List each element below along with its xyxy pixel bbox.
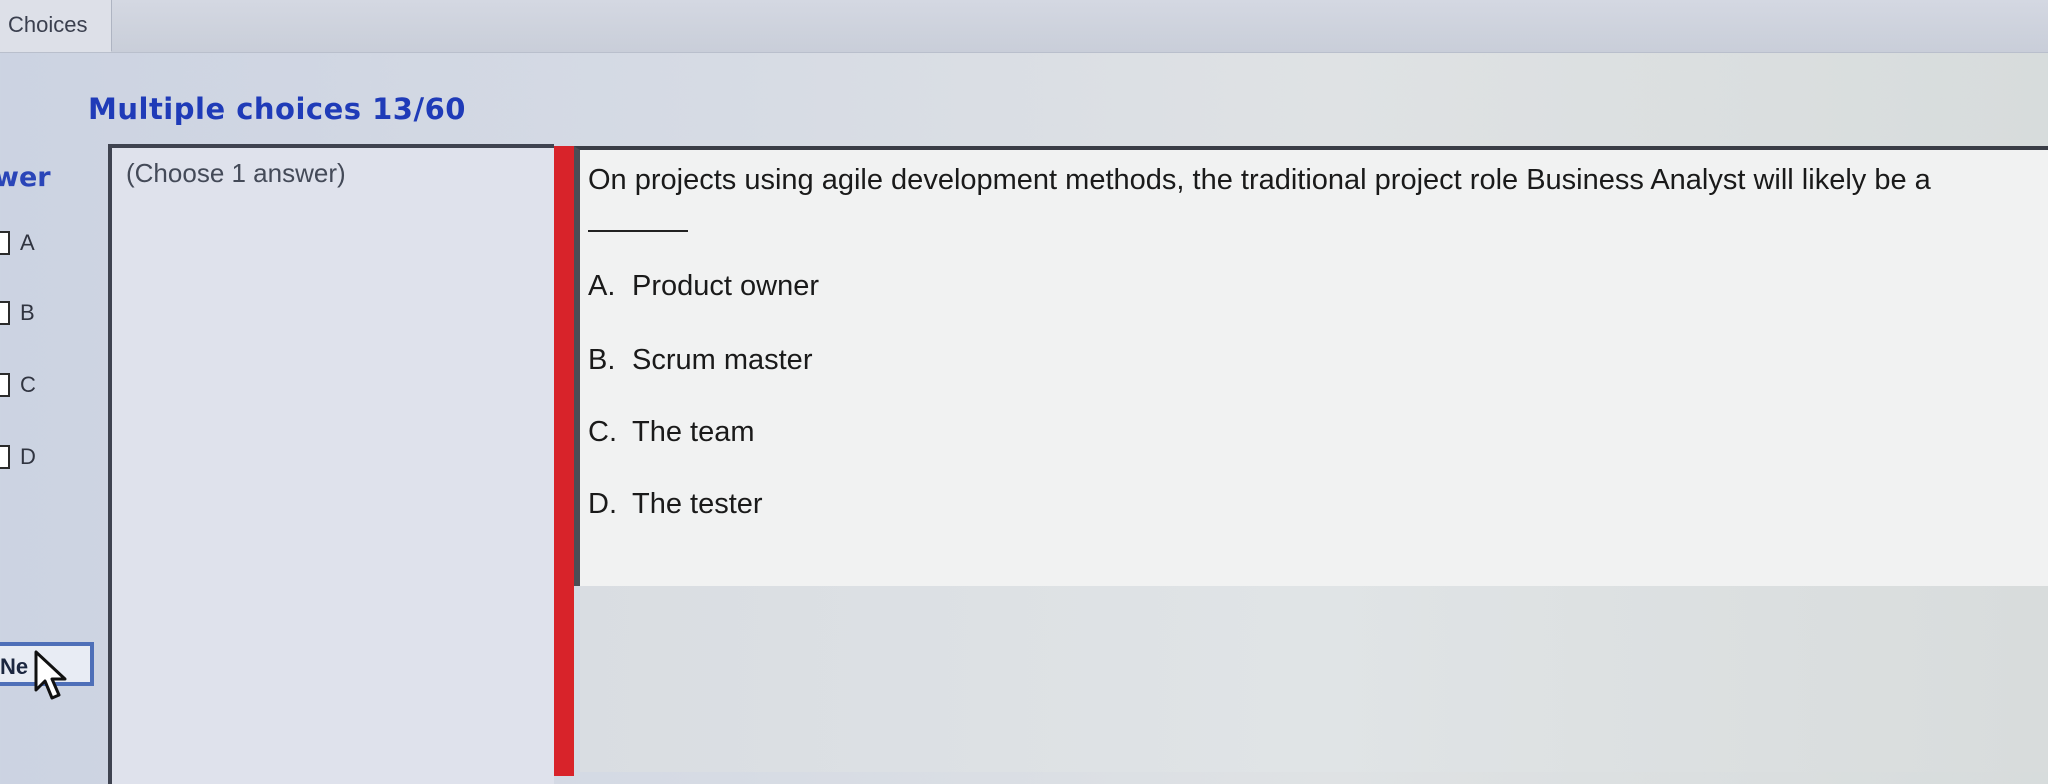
- tab-choices[interactable]: Choices: [0, 0, 112, 52]
- choice-text: The tester: [632, 488, 763, 520]
- answer-option-label: C: [20, 372, 36, 397]
- accent-divider: [554, 146, 574, 776]
- choice-letter: B.: [588, 344, 616, 376]
- choice-a[interactable]: A. Product owner: [588, 270, 819, 303]
- answer-option-label: A: [20, 230, 35, 255]
- answer-header: wer: [0, 162, 51, 193]
- instruction-panel: (Choose 1 answer): [108, 144, 554, 784]
- choice-d[interactable]: D. The tester: [588, 488, 763, 521]
- tab-strip: Choices: [0, 0, 2048, 53]
- question-text: On projects using agile development meth…: [588, 164, 1931, 196]
- choice-text: Scrum master: [632, 344, 813, 376]
- answer-option-b[interactable]: B: [0, 300, 35, 326]
- mouse-cursor-icon: [34, 650, 67, 700]
- answer-option-d[interactable]: D: [0, 444, 36, 470]
- choice-b[interactable]: B. Scrum master: [588, 344, 812, 377]
- question-panel-lower-area: [580, 586, 2048, 772]
- answer-option-a[interactable]: A: [0, 230, 35, 256]
- choice-c[interactable]: C. The team: [588, 416, 755, 449]
- page-title: Multiple choices 13/60: [88, 92, 466, 126]
- blank-line: [588, 230, 688, 232]
- answer-option-c[interactable]: C: [0, 372, 36, 398]
- instruction-text: (Choose 1 answer): [126, 158, 346, 188]
- choice-text: The team: [632, 416, 755, 448]
- choice-letter: A.: [588, 270, 616, 302]
- choice-letter: D.: [588, 488, 617, 520]
- answer-option-label: D: [20, 444, 36, 469]
- checkbox-b[interactable]: [0, 301, 10, 325]
- choice-letter: C.: [588, 416, 617, 448]
- answer-option-label: B: [20, 300, 35, 325]
- choice-text: Product owner: [632, 270, 819, 302]
- question-panel: On projects using agile development meth…: [574, 146, 2048, 586]
- checkbox-c[interactable]: [0, 373, 10, 397]
- checkbox-d[interactable]: [0, 445, 10, 469]
- checkbox-a[interactable]: [0, 231, 10, 255]
